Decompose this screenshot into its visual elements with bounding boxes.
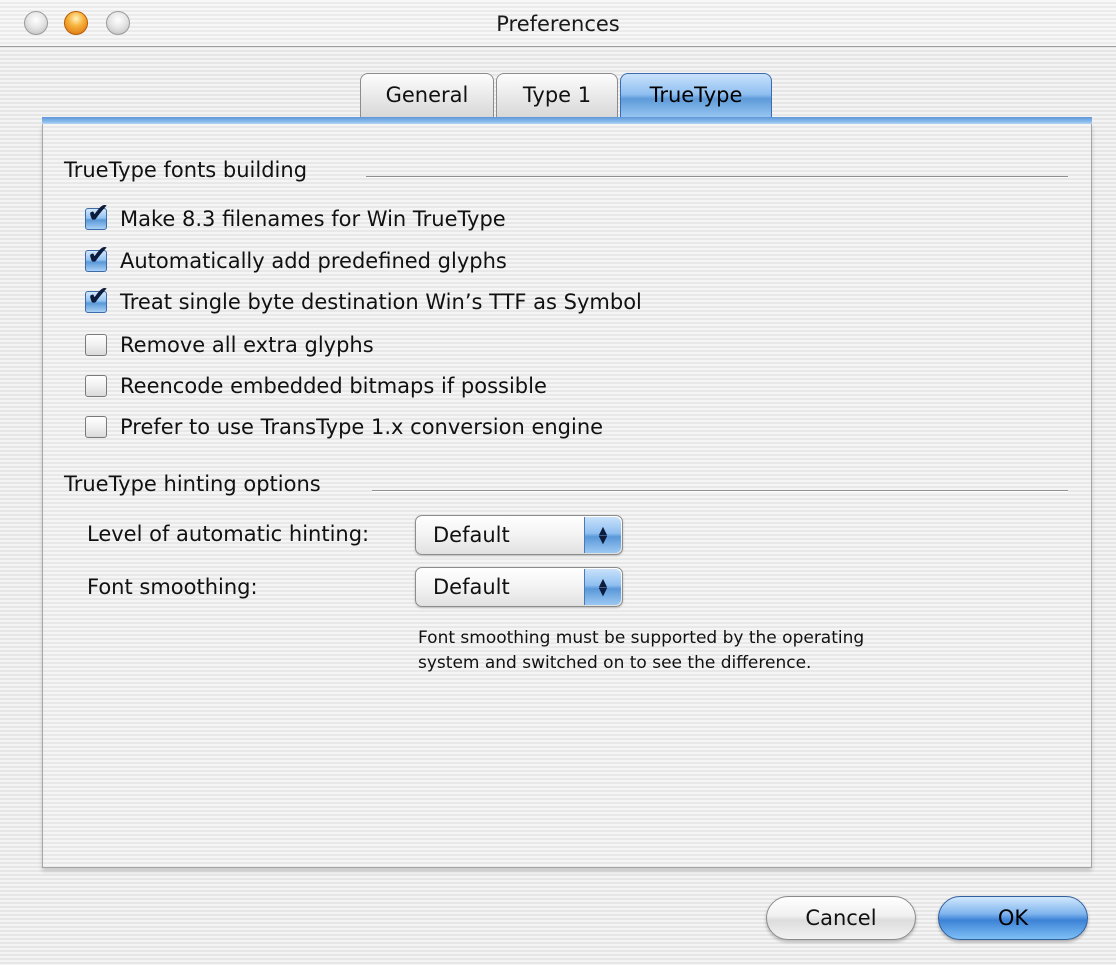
checkbox-reencode-bitmaps[interactable] xyxy=(85,375,107,397)
checkbox-label: Prefer to use TransType 1.x conversion e… xyxy=(120,415,604,439)
popup-value: Default xyxy=(433,523,510,547)
arrow-down-icon: ▼ xyxy=(598,533,608,546)
preferences-window: Preferences General Type 1 TrueType True… xyxy=(0,0,1116,965)
check-icon: ✔ xyxy=(87,198,110,229)
checkbox-predefined-glyphs[interactable]: ✔ xyxy=(85,242,110,272)
font-smoothing-popup[interactable]: Default ▲ ▼ xyxy=(415,567,623,607)
popup-arrows-icon: ▲ ▼ xyxy=(584,569,621,605)
note-line-1: Font smoothing must be supported by the … xyxy=(418,628,865,648)
tab-type-1[interactable]: Type 1 xyxy=(496,73,618,119)
popup-value: Default xyxy=(433,575,510,599)
ok-button[interactable]: OK xyxy=(938,896,1088,940)
popup-arrows-icon: ▲ ▼ xyxy=(584,517,621,553)
arrow-down-icon: ▼ xyxy=(598,585,608,598)
check-icon: ✔ xyxy=(87,240,110,271)
checkbox-row-predefined-glyphs[interactable]: ✔ Automatically add predefined glyphs xyxy=(85,242,507,276)
note-line-2: system and switched on to see the differ… xyxy=(418,653,812,673)
checkbox-label: Remove all extra glyphs xyxy=(120,333,374,357)
hinting-level-label: Level of automatic hinting: xyxy=(87,522,370,546)
title-bar[interactable]: Preferences xyxy=(0,0,1116,47)
section-title-hinting: TrueType hinting options xyxy=(64,472,321,496)
truetype-panel xyxy=(42,124,1092,868)
tab-general[interactable]: General xyxy=(360,73,494,119)
checkbox-treat-as-symbol[interactable]: ✔ xyxy=(85,283,110,313)
checkbox-8-3-filenames[interactable]: ✔ xyxy=(85,200,110,230)
cancel-button[interactable]: Cancel xyxy=(766,896,916,940)
checkbox-row-reencode-bitmaps[interactable]: Reencode embedded bitmaps if possible xyxy=(85,371,547,401)
check-icon: ✔ xyxy=(87,281,110,312)
checkbox-label: Treat single byte destination Win’s TTF … xyxy=(120,290,642,314)
checkbox-row-remove-extra-glyphs[interactable]: Remove all extra glyphs xyxy=(85,330,374,360)
checkbox-row-transtype-engine[interactable]: Prefer to use TransType 1.x conversion e… xyxy=(85,412,603,442)
checkbox-label: Reencode embedded bitmaps if possible xyxy=(120,374,547,398)
checkbox-remove-extra-glyphs[interactable] xyxy=(85,334,107,356)
section-divider-hinting xyxy=(372,490,1068,492)
hinting-level-popup[interactable]: Default ▲ ▼ xyxy=(415,515,623,555)
checkbox-row-treat-as-symbol[interactable]: ✔ Treat single byte destination Win’s TT… xyxy=(85,283,642,317)
checkbox-row-8-3-filenames[interactable]: ✔ Make 8.3 filenames for Win TrueType xyxy=(85,200,506,234)
section-title-building: TrueType fonts building xyxy=(64,158,308,182)
checkbox-label: Automatically add predefined glyphs xyxy=(120,249,507,273)
section-divider-building xyxy=(366,176,1068,178)
window-title: Preferences xyxy=(496,12,620,36)
tab-truetype[interactable]: TrueType xyxy=(620,73,772,119)
font-smoothing-label: Font smoothing: xyxy=(87,575,258,599)
checkbox-label: Make 8.3 filenames for Win TrueType xyxy=(120,207,506,231)
font-smoothing-note: Font smoothing must be supported by the … xyxy=(418,626,864,676)
checkbox-transtype-engine[interactable] xyxy=(85,416,107,438)
